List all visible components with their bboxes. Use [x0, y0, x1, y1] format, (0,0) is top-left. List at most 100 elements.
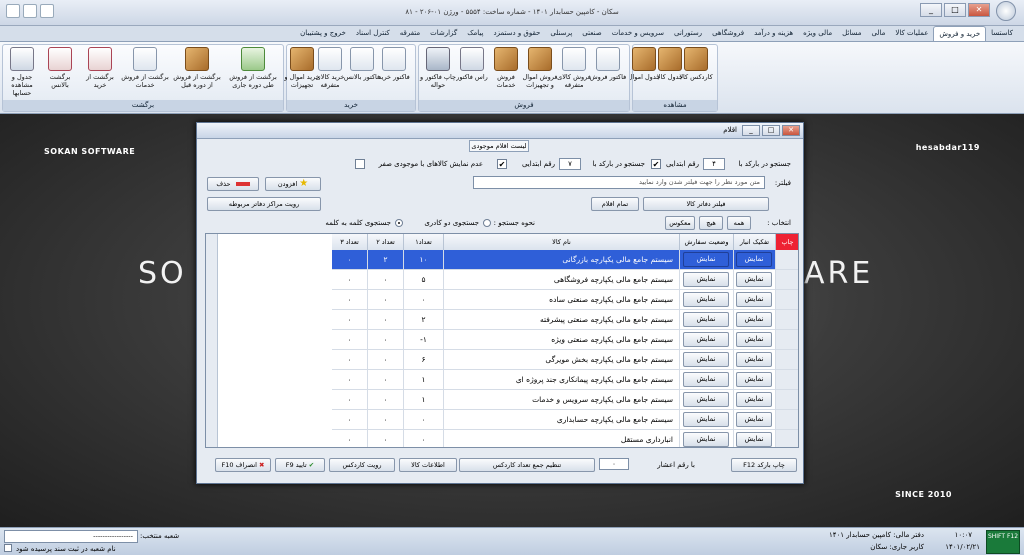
cell-qty1[interactable]: ۰	[404, 290, 444, 310]
table-row[interactable]: ۰ ۰ ۱ سیستم جامع مالی یکپارچه سرویس و خدمات…	[206, 390, 798, 410]
stock-split-button[interactable]: نمایش	[736, 392, 772, 407]
cell-product-name[interactable]: سیستم جامع مالی یکپارچه صنعتی ویژه	[444, 330, 680, 350]
cell-qty2[interactable]: ۰	[368, 310, 404, 330]
hide-zero-checkbox[interactable]	[355, 159, 365, 169]
col-qty3[interactable]: تعداد ۳	[332, 234, 368, 250]
two-part-search-radio[interactable]	[483, 219, 491, 227]
tab-services[interactable]: سرویس و خدمات	[607, 26, 669, 41]
row-header[interactable]	[776, 410, 798, 430]
dialog-close-button[interactable]: ✕	[782, 125, 800, 136]
stock-split-button[interactable]: نمایش	[736, 412, 772, 427]
cell-qty2[interactable]: ۰	[368, 350, 404, 370]
cell-qty1[interactable]: ۱-	[404, 330, 444, 350]
cell-qty1[interactable]: ۰	[404, 410, 444, 430]
tab-doc-control[interactable]: کنترل اسناد	[351, 26, 395, 41]
add-button[interactable]: ★ افزودن	[265, 177, 321, 191]
tab-special-finance[interactable]: مالی ویژه	[798, 26, 837, 41]
cell-qty3[interactable]: ۰	[332, 430, 368, 447]
tab-personnel[interactable]: پرسنلی	[545, 26, 577, 41]
cell-qty1[interactable]: ۰	[404, 430, 444, 447]
row-header[interactable]	[776, 430, 798, 447]
cell-qty2[interactable]: ۲	[368, 250, 404, 270]
cell-qty1[interactable]: ۲	[404, 310, 444, 330]
table-row[interactable]: ۰ ۰ ۶ سیستم جامع مالی یکپارچه بخش مویرگی نما…	[206, 350, 798, 370]
stock-split-button[interactable]: نمایش	[736, 332, 772, 347]
col-qty1[interactable]: تعداد۱	[404, 234, 444, 250]
tab-kastasa[interactable]: کاستسا	[986, 26, 1018, 41]
sell-assets-button[interactable]: فروش اموال و تجهیزات	[521, 47, 559, 99]
row-header[interactable]	[776, 250, 798, 270]
tab-payroll[interactable]: حقوق و دستمزد	[488, 26, 545, 41]
cancel-button[interactable]: ✖ انصراف F10	[215, 458, 271, 472]
cell-qty2[interactable]: ۰	[368, 270, 404, 290]
tab-restaurant[interactable]: رستورانی	[669, 26, 707, 41]
tab-industrial[interactable]: صنعتی	[577, 26, 606, 41]
row-header[interactable]	[776, 310, 798, 330]
order-status-button[interactable]: نمایش	[683, 352, 729, 367]
tab-finance[interactable]: مالی	[866, 26, 890, 41]
order-status-button[interactable]: نمایش	[683, 332, 729, 347]
order-status-button[interactable]: نمایش	[683, 272, 729, 287]
cell-product-name[interactable]: سیستم جامع مالی یکپارچه سرویس و خدمات	[444, 390, 680, 410]
cell-qty1[interactable]: ۱۰	[404, 250, 444, 270]
row-header[interactable]	[776, 270, 798, 290]
view-cost-centers-button[interactable]: رویت مراکز دفاتر مربوطه	[207, 197, 321, 211]
return-purchase-button[interactable]: برگشت از خرید	[81, 47, 119, 99]
table-row[interactable]: ۰ ۰ ۰ انبارداری مستقل نمایش نمایش	[206, 430, 798, 447]
cell-qty1[interactable]: ۶	[404, 350, 444, 370]
view-cardex-button[interactable]: رویت کاردکس	[329, 458, 395, 472]
tab-store[interactable]: فروشگاهی	[707, 26, 749, 41]
first-digit-checkbox[interactable]: ✔	[651, 159, 661, 169]
cell-qty2[interactable]: ۰	[368, 370, 404, 390]
tab-exit-backup[interactable]: خروج و پشتیبان	[295, 26, 351, 41]
order-status-button[interactable]: نمایش	[683, 312, 729, 327]
maximize-button[interactable]: □	[944, 3, 966, 17]
cell-qty2[interactable]: ۰	[368, 430, 404, 447]
order-status-button[interactable]: نمایش	[683, 252, 729, 267]
order-status-button[interactable]: نمایش	[683, 292, 729, 307]
active-branch-dropdown[interactable]: -----------------	[4, 530, 138, 543]
cell-product-name[interactable]: سیستم جامع مالی یکپارچه صنعتی پیشرفته	[444, 310, 680, 330]
cell-product-name[interactable]: انبارداری مستقل	[444, 430, 680, 447]
cell-qty2[interactable]: ۰	[368, 410, 404, 430]
accounts-table-button[interactable]: جدول و مشاهده حسابها	[3, 47, 41, 99]
stock-split-button[interactable]: نمایش	[736, 292, 772, 307]
stock-split-button[interactable]: نمایش	[736, 272, 772, 287]
close-button[interactable]: ✕	[968, 3, 990, 17]
cell-qty3[interactable]: ۰	[332, 250, 368, 270]
filter-goods-books-button[interactable]: فیلتر دفاتر کالا	[643, 197, 769, 211]
cell-qty2[interactable]: ۰	[368, 390, 404, 410]
table-row[interactable]: ۰ ۲ ۱۰ سیستم جامع مالی یکپارچه بازرگانی نمای…	[206, 250, 798, 270]
all-items-button[interactable]: تمام اقلام	[591, 197, 639, 211]
item-info-button[interactable]: اطلاعات کالا	[399, 458, 457, 472]
select-all-button[interactable]: همه	[727, 216, 751, 230]
cell-qty3[interactable]: ۰	[332, 290, 368, 310]
print-barcode-button[interactable]: چاپ بارکد F12	[731, 458, 797, 472]
cell-product-name[interactable]: سیستم جامع مالی یکپارچه بازرگانی	[444, 250, 680, 270]
tab-sms[interactable]: پیامک	[462, 26, 488, 41]
invoice-head-button[interactable]: راس فاکتور	[453, 47, 491, 99]
cell-product-name[interactable]: سیستم جامع مالی یکپارچه حسابداری	[444, 410, 680, 430]
cell-qty3[interactable]: ۰	[332, 390, 368, 410]
tab-issues[interactable]: مسائل	[837, 26, 866, 41]
row-header[interactable]	[776, 330, 798, 350]
table-row[interactable]: ۰ ۰ ۱- سیستم جامع مالی یکپارچه صنعتی ویژه نم…	[206, 330, 798, 350]
filter-input[interactable]: متن مورد نظر را جهت فیلتر شدن وارد نمایی…	[473, 176, 765, 189]
row-header[interactable]	[776, 390, 798, 410]
order-status-button[interactable]: نمایش	[683, 432, 729, 447]
cell-qty3[interactable]: ۰	[332, 350, 368, 370]
stock-split-button[interactable]: نمایش	[736, 352, 772, 367]
cell-qty1[interactable]: ۱	[404, 390, 444, 410]
row-header[interactable]	[776, 290, 798, 310]
col-product-name[interactable]: نام کالا	[444, 234, 680, 250]
cell-qty1[interactable]: ۵	[404, 270, 444, 290]
return-balance-button[interactable]: برگشت بالانس	[41, 47, 79, 99]
delete-button[interactable]: حذف	[207, 177, 259, 191]
word-search-radio[interactable]	[395, 219, 403, 227]
confirm-button[interactable]: ✔ تایید F9	[275, 458, 325, 472]
tab-misc[interactable]: متفرقه	[395, 26, 425, 41]
first-digit2-checkbox[interactable]: ✔	[497, 159, 507, 169]
cell-qty1[interactable]: ۱	[404, 370, 444, 390]
cell-product-name[interactable]: سیستم جامع مالی یکپارچه بخش مویرگی	[444, 350, 680, 370]
row-header[interactable]	[776, 350, 798, 370]
